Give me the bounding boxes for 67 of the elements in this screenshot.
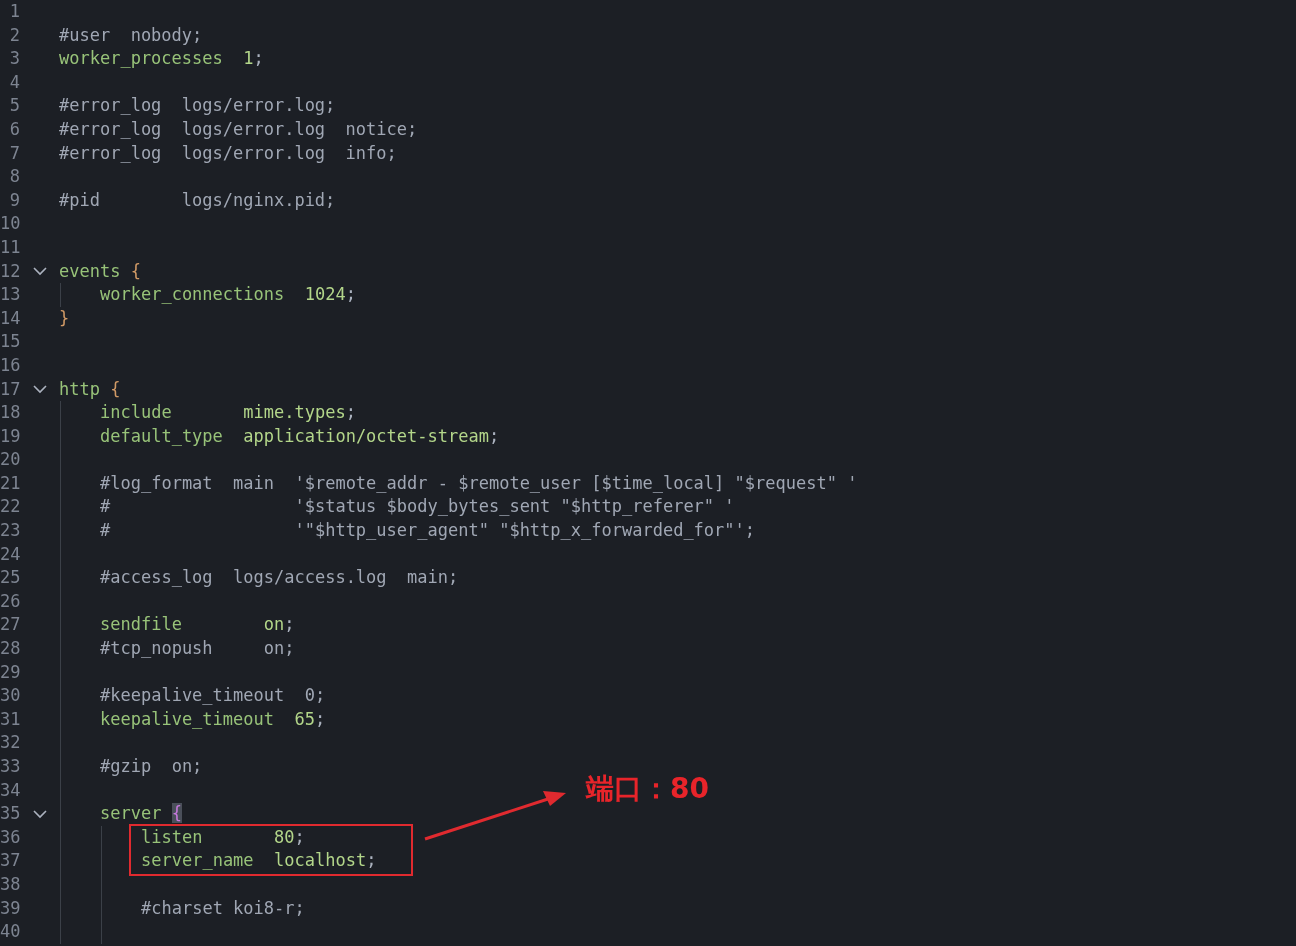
line-number: 28 bbox=[0, 637, 20, 661]
code-line: keepalive_timeout 65; bbox=[100, 708, 326, 729]
code-line: sendfile on; bbox=[100, 614, 295, 635]
line-number: 15 bbox=[0, 330, 20, 354]
code-line: server_name localhost; bbox=[141, 850, 377, 871]
line-number: 32 bbox=[0, 731, 20, 755]
line-number: 31 bbox=[0, 707, 20, 731]
code-line: #keepalive_timeout 0; bbox=[100, 685, 326, 706]
code-line: #user nobody; bbox=[59, 24, 203, 45]
code-line: #log_format main '$remote_addr - $remote_user [$time_local] "$request" ' bbox=[100, 472, 858, 493]
code-line: #gzip on; bbox=[100, 756, 203, 776]
code-line: } bbox=[59, 307, 70, 328]
code-line: events { bbox=[59, 260, 141, 281]
line-number: 1 bbox=[8, 0, 20, 23]
code-line: listen 80; bbox=[141, 826, 305, 847]
code-line: default_type application/octet-stream; bbox=[100, 425, 500, 446]
line-number: 37 bbox=[0, 849, 20, 873]
code-line: include mime.types; bbox=[100, 402, 356, 423]
code-line: worker_processes 1; bbox=[59, 48, 264, 69]
line-number: 11 bbox=[0, 235, 20, 259]
line-number: 25 bbox=[0, 566, 20, 590]
line-number: 34 bbox=[0, 778, 20, 802]
line-number: 12 bbox=[0, 259, 20, 283]
line-number: 21 bbox=[0, 471, 20, 495]
line-number: 10 bbox=[0, 212, 20, 236]
line-number: 19 bbox=[0, 424, 20, 448]
code-line: worker_connections 1024; bbox=[100, 284, 356, 305]
line-number: 4 bbox=[8, 70, 20, 94]
code-line: #charset koi8-r; bbox=[141, 897, 305, 918]
line-number: 24 bbox=[0, 542, 20, 566]
line-number: 8 bbox=[8, 165, 20, 189]
code-line: # '"$http_user_agent" "$http_x_forwarded_for"'; bbox=[100, 520, 756, 541]
line-number: 2 bbox=[8, 23, 20, 47]
line-number: 38 bbox=[0, 872, 20, 896]
line-number: 5 bbox=[8, 94, 20, 118]
code-line: server { bbox=[100, 803, 182, 824]
line-number: 20 bbox=[0, 448, 20, 472]
line-number: 14 bbox=[0, 306, 20, 330]
line-number: 29 bbox=[0, 660, 20, 684]
code-line: http { bbox=[59, 378, 121, 399]
line-number: 6 bbox=[8, 117, 20, 141]
annotation-label: 端口：80 bbox=[586, 771, 709, 807]
code-line: #error_log logs/error.log; bbox=[59, 95, 336, 116]
line-number: 33 bbox=[0, 755, 20, 778]
code-line: #error_log logs/error.log notice; bbox=[59, 118, 418, 139]
code-line: # '$status $body_bytes_sent "$http_referer" ' bbox=[100, 496, 735, 517]
code-line: #pid logs/nginx.pid; bbox=[59, 189, 336, 210]
line-number: 7 bbox=[8, 141, 20, 165]
line-number: 40 bbox=[0, 920, 20, 944]
line-number: 16 bbox=[0, 353, 20, 377]
line-number: 9 bbox=[8, 188, 20, 212]
line-number: 36 bbox=[0, 825, 20, 849]
line-number: 30 bbox=[0, 684, 20, 708]
line-number: 27 bbox=[0, 613, 20, 637]
line-number: 13 bbox=[0, 283, 20, 307]
code-line: #error_log logs/error.log info; bbox=[59, 142, 397, 163]
line-number: 22 bbox=[0, 495, 20, 519]
line-number: 3 bbox=[8, 47, 20, 71]
line-number: 39 bbox=[0, 896, 20, 920]
line-number: 26 bbox=[0, 589, 20, 613]
code-line: #tcp_nopush on; bbox=[100, 638, 295, 659]
line-number: 17 bbox=[0, 377, 20, 401]
fold-chevron-icon[interactable] bbox=[33, 807, 47, 821]
code-line: #access_log logs/access.log main; bbox=[100, 567, 459, 588]
line-number: 35 bbox=[0, 802, 20, 826]
line-number: 18 bbox=[0, 401, 20, 425]
line-number: 23 bbox=[0, 519, 20, 543]
